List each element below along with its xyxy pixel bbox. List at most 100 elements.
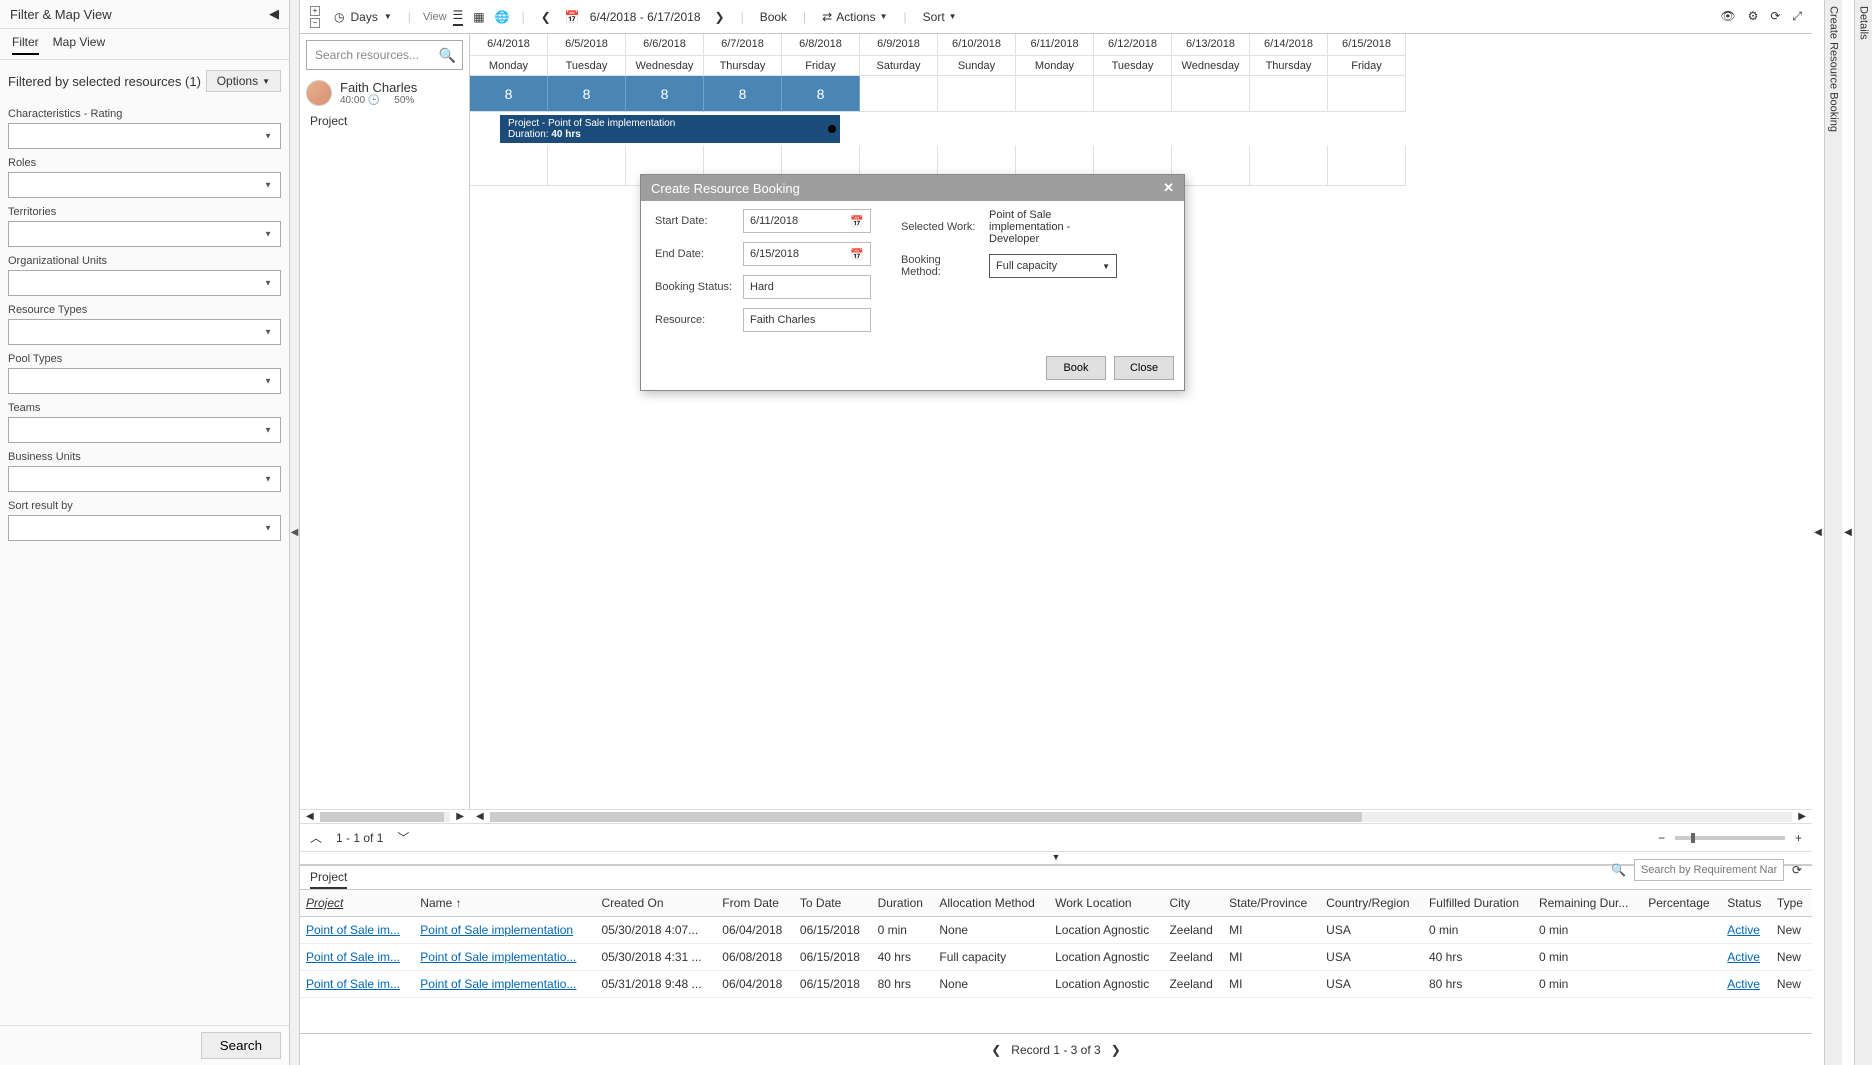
column-header[interactable]: Work Location bbox=[1049, 890, 1163, 917]
filter-label: Roles bbox=[8, 157, 281, 169]
hour-cell bbox=[1328, 76, 1406, 112]
booking-status-input[interactable]: Hard bbox=[743, 275, 871, 299]
column-header[interactable]: From Date bbox=[716, 890, 794, 917]
page-down-icon[interactable]: ﹀ bbox=[397, 829, 409, 846]
filter-select[interactable] bbox=[8, 270, 281, 296]
tab-filter[interactable]: Filter bbox=[12, 35, 39, 55]
column-header[interactable]: Percentage bbox=[1642, 890, 1721, 917]
column-header[interactable]: To Date bbox=[794, 890, 872, 917]
zoom-slider[interactable] bbox=[1675, 836, 1785, 840]
calendar-icon[interactable]: 📅 bbox=[565, 10, 580, 24]
bottom-pager-text: Record 1 - 3 of 3 bbox=[1011, 1043, 1100, 1057]
view-grid-icon[interactable]: ▦ bbox=[473, 10, 484, 24]
bottom-tab-project[interactable]: Project bbox=[310, 870, 347, 889]
tab-map-view[interactable]: Map View bbox=[53, 35, 105, 55]
filter-select[interactable] bbox=[8, 466, 281, 492]
project-link[interactable]: Point of Sale im... bbox=[306, 950, 400, 964]
status-link[interactable]: Active bbox=[1727, 950, 1760, 964]
collapse-left-icon[interactable]: ◀ bbox=[269, 6, 279, 22]
date-range-text: 6/4/2018 - 6/17/2018 bbox=[590, 10, 701, 24]
column-header[interactable]: City bbox=[1163, 890, 1223, 917]
sort-button[interactable]: Sort ▼ bbox=[919, 6, 961, 28]
resource-row[interactable]: Faith Charles 40:00 🕒 50% bbox=[300, 76, 469, 110]
column-header[interactable]: Name ↑ bbox=[414, 890, 595, 917]
status-link[interactable]: Active bbox=[1727, 923, 1760, 937]
expand-all-icon[interactable]: + bbox=[310, 6, 320, 16]
options-button[interactable]: Options ▼ bbox=[206, 70, 281, 92]
booking-bar[interactable]: Project - Point of Sale implementation D… bbox=[500, 115, 840, 143]
column-header[interactable]: Remaining Dur... bbox=[1533, 890, 1642, 917]
table-row[interactable]: Point of Sale im... Point of Sale implem… bbox=[300, 944, 1812, 971]
filter-select[interactable] bbox=[8, 123, 281, 149]
pager-prev[interactable]: ❮ bbox=[991, 1043, 1001, 1057]
hour-cell bbox=[1094, 76, 1172, 112]
create-booking-panel-collapsed[interactable]: Create Resource Booking bbox=[1824, 0, 1842, 1065]
column-header[interactable]: Created On bbox=[595, 890, 716, 917]
details-panel-collapsed[interactable]: Details bbox=[1854, 0, 1872, 1065]
filter-label: Sort result by bbox=[8, 500, 281, 512]
nav-next[interactable]: ❯ bbox=[711, 6, 729, 28]
settings-icon[interactable]: ⚙ bbox=[1748, 9, 1759, 24]
column-header[interactable]: Fulfilled Duration bbox=[1423, 890, 1533, 917]
modal-close-button[interactable]: Close bbox=[1114, 356, 1174, 380]
left-splitter[interactable]: ◀ bbox=[290, 0, 300, 1065]
filter-label: Teams bbox=[8, 402, 281, 414]
resize-handle[interactable] bbox=[828, 125, 836, 133]
booking-method-select[interactable]: Full capacity▼ bbox=[989, 254, 1117, 278]
search-button[interactable]: Search bbox=[201, 1032, 281, 1059]
filter-select[interactable] bbox=[8, 319, 281, 345]
name-link[interactable]: Point of Sale implementatio... bbox=[420, 977, 576, 991]
close-icon[interactable]: ✕ bbox=[1163, 180, 1174, 196]
view-list-icon[interactable]: ☰ bbox=[453, 8, 464, 26]
hour-cell: 8 bbox=[548, 76, 626, 112]
column-header[interactable]: Type bbox=[1771, 890, 1812, 917]
zoom-in-icon[interactable]: + bbox=[1795, 831, 1802, 845]
hour-cell bbox=[938, 76, 1016, 112]
project-link[interactable]: Point of Sale im... bbox=[306, 923, 400, 937]
column-header[interactable]: Duration bbox=[872, 890, 934, 917]
bottom-refresh-icon[interactable]: ⟳ bbox=[1792, 863, 1802, 877]
pager-next[interactable]: ❯ bbox=[1111, 1043, 1121, 1057]
column-header[interactable]: Allocation Method bbox=[933, 890, 1049, 917]
table-row[interactable]: Point of Sale im... Point of Sale implem… bbox=[300, 917, 1812, 944]
column-header[interactable]: Status bbox=[1721, 890, 1771, 917]
collapse-bottom-toggle[interactable]: ▼ bbox=[300, 851, 1812, 865]
resource-input[interactable]: Faith Charles bbox=[743, 308, 871, 332]
column-header[interactable]: Country/Region bbox=[1320, 890, 1423, 917]
fullscreen-icon[interactable]: ⤢ bbox=[1792, 9, 1802, 24]
hour-cell: 8 bbox=[470, 76, 548, 112]
view-globe-icon[interactable]: 🌐 bbox=[495, 10, 510, 24]
filter-select[interactable] bbox=[8, 221, 281, 247]
page-up-icon[interactable]: ︿ bbox=[310, 829, 322, 846]
nav-prev[interactable]: ❮ bbox=[537, 6, 555, 28]
table-row[interactable]: Point of Sale im... Point of Sale implem… bbox=[300, 971, 1812, 998]
search-resources-input[interactable]: Search resources... 🔍 bbox=[306, 40, 463, 70]
timescale-days[interactable]: ◷ Days ▼ bbox=[330, 6, 396, 28]
column-header[interactable]: State/Province bbox=[1223, 890, 1320, 917]
requirement-search-input[interactable] bbox=[1634, 859, 1784, 881]
filter-select[interactable] bbox=[8, 368, 281, 394]
column-header[interactable]: Project bbox=[300, 890, 414, 917]
zoom-out-icon[interactable]: − bbox=[1658, 831, 1665, 845]
bottom-search-icon[interactable]: 🔍 bbox=[1611, 863, 1626, 877]
status-link[interactable]: Active bbox=[1727, 977, 1760, 991]
grid-cell bbox=[470, 146, 548, 186]
right-splitter-2[interactable]: ◀ bbox=[1842, 0, 1854, 1065]
filter-select[interactable] bbox=[8, 172, 281, 198]
project-link[interactable]: Point of Sale im... bbox=[306, 977, 400, 991]
name-link[interactable]: Point of Sale implementatio... bbox=[420, 950, 576, 964]
collapse-all-icon[interactable]: − bbox=[310, 18, 320, 28]
modal-book-button[interactable]: Book bbox=[1046, 356, 1106, 380]
refresh-icon[interactable]: ⟳ bbox=[1770, 9, 1780, 24]
start-date-input[interactable]: 6/11/2018📅 bbox=[743, 209, 871, 233]
filter-select[interactable] bbox=[8, 417, 281, 443]
actions-button[interactable]: ⇄ Actions ▼ bbox=[818, 6, 891, 28]
book-button[interactable]: Book bbox=[756, 6, 791, 28]
day-header: 6/15/2018 bbox=[1328, 34, 1406, 56]
visibility-icon[interactable]: 👁 bbox=[1720, 9, 1735, 24]
filter-select[interactable] bbox=[8, 515, 281, 541]
end-date-input[interactable]: 6/15/2018📅 bbox=[743, 242, 871, 266]
right-splitter-1[interactable]: ◀ bbox=[1812, 0, 1824, 1065]
name-link[interactable]: Point of Sale implementation bbox=[420, 923, 573, 937]
weekday-header: Saturday bbox=[860, 56, 938, 76]
